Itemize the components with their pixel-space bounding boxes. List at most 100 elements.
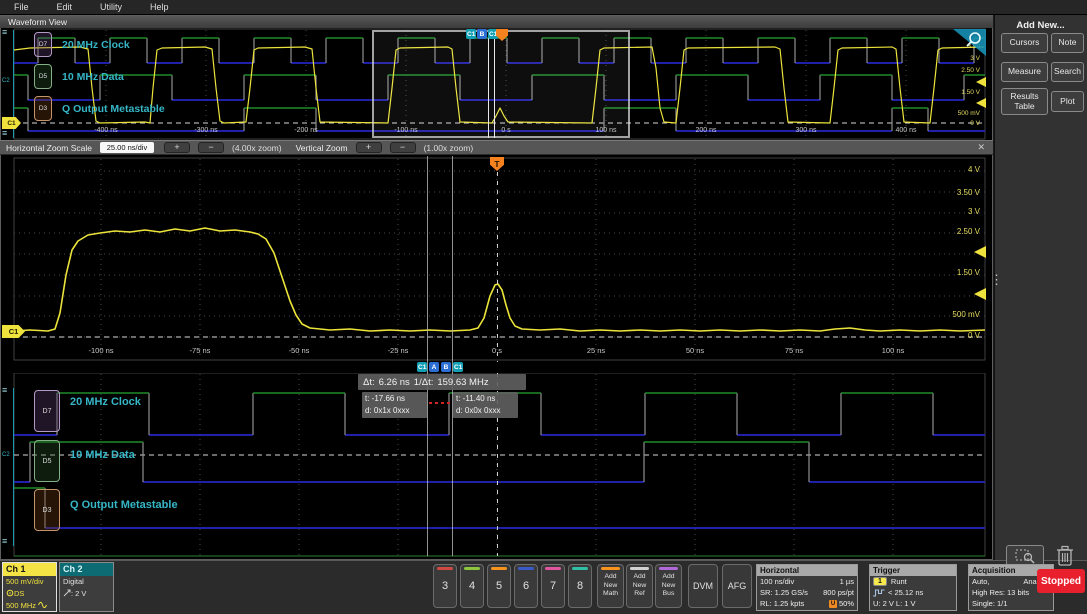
ch1-coupling: DS: [6, 588, 56, 600]
menu-file[interactable]: File: [14, 2, 29, 12]
main-volt-label: 1.50 V: [956, 268, 980, 277]
close-icon[interactable]: ✕: [977, 142, 985, 153]
trigger-level-arrow-icon[interactable]: [976, 98, 986, 108]
acquisition-highres: High Res: 13 bits: [972, 588, 1030, 597]
trash-icon[interactable]: [1056, 545, 1074, 567]
dvm-button[interactable]: DVM: [688, 564, 718, 608]
results-table-button[interactable]: Results Table: [1001, 88, 1048, 115]
channel-label-data: 10 MHz Data: [70, 449, 135, 461]
h-zoom-scale-value[interactable]: 25.00 ns/div: [99, 142, 154, 153]
h-zoom-minus-button[interactable]: −: [197, 142, 224, 153]
trigger-level-arrow-icon[interactable]: [976, 77, 986, 87]
menu-edit[interactable]: Edit: [57, 2, 73, 12]
overview-volt-label: 3 V: [970, 55, 980, 62]
horizontal-panel[interactable]: Horizontal 100 ns/div 1 µs SR: 1.25 GS/s 8…: [756, 564, 858, 611]
grip-icon[interactable]: ≡: [2, 28, 7, 37]
zoom-overview-icon[interactable]: [953, 29, 986, 56]
cursor-badge-b[interactable]: B: [477, 29, 487, 39]
dt-value: 6.26 ns: [378, 376, 410, 388]
cursor-b-line[interactable]: [452, 156, 453, 556]
ch2-header: Ch 2: [60, 563, 113, 576]
zoom-select-icon: [1015, 549, 1035, 564]
v-zoom-factor: (1.00x zoom): [423, 142, 474, 153]
d3-channel-badge[interactable]: D3: [34, 96, 52, 121]
horizontal-panel-title: Horizontal: [757, 565, 857, 576]
grip-icon[interactable]: ≡: [2, 129, 7, 138]
tekscope-app: File Edit Utility Help Waveform View ≡ ≡…: [0, 0, 1087, 614]
trigger-panel[interactable]: Trigger 1 Runt < 25.12 ns U: 2 V L: 1 V: [869, 564, 957, 611]
search-button[interactable]: Search: [1051, 62, 1084, 82]
bus-color-stripe: [659, 567, 678, 570]
d5-channel-badge[interactable]: D5: [34, 64, 52, 89]
channel-label-clock: 20 MHz Clock: [70, 396, 141, 408]
ref-color-stripe: [630, 567, 649, 570]
measure-button[interactable]: Measure: [1001, 62, 1048, 82]
h-zoom-scale-label: Horizontal Zoom Scale: [6, 142, 92, 153]
cursor-a-line[interactable]: [427, 156, 428, 556]
ch8-button[interactable]: 8: [568, 564, 592, 608]
probe-icon: [6, 589, 14, 597]
main-volt-label: 3.50 V: [956, 188, 980, 197]
acquisition-single: Single: 1/1: [972, 599, 1008, 608]
main-volt-label: 500 mV: [952, 310, 980, 319]
d5-channel-badge[interactable]: D5: [34, 440, 60, 482]
cursor-badge-a[interactable]: A: [429, 362, 439, 372]
grip-icon[interactable]: ≡: [2, 537, 7, 546]
ch7-button[interactable]: 7: [541, 564, 565, 608]
v-zoom-minus-button[interactable]: −: [389, 142, 416, 153]
horizontal-scale: 100 ns/div: [760, 577, 795, 586]
note-button[interactable]: Note: [1051, 33, 1084, 53]
run-stop-button[interactable]: Stopped: [1037, 569, 1085, 593]
h-zoom-plus-button[interactable]: +: [163, 142, 190, 153]
ch7-color-stripe: [545, 567, 561, 570]
math-color-stripe: [601, 567, 620, 570]
d3-channel-badge[interactable]: D3: [34, 489, 60, 531]
bandwidth-icon: [38, 601, 48, 609]
ch2-badge[interactable]: Ch 2 Digital : 2 V: [59, 562, 114, 612]
cursor-badge-c1[interactable]: C1: [417, 362, 428, 372]
panel-drag-handle-icon[interactable]: ⋮: [990, 272, 1003, 288]
ch5-color-stripe: [491, 567, 507, 570]
cursor-badge-c1[interactable]: C1: [466, 29, 477, 39]
ch5-button[interactable]: 5: [487, 564, 511, 608]
overview-volt-label: 2.50 V: [961, 67, 980, 74]
afg-button[interactable]: AFG: [722, 564, 752, 608]
trigger-qualifier: < 25.12 ns: [888, 588, 924, 597]
main-volt-label: 3 V: [967, 207, 980, 216]
overview-zoom-box[interactable]: [372, 30, 630, 138]
add-new-math-button[interactable]: Add New Math: [597, 564, 624, 608]
v-zoom-plus-button[interactable]: +: [355, 142, 382, 153]
grip-icon[interactable]: ≡: [2, 386, 7, 395]
ch1-badge[interactable]: Ch 1 500 mV/div DS 500 MHz: [2, 562, 57, 612]
runt-icon: [873, 589, 885, 597]
trigger-levels: U: 2 V L: 1 V: [873, 599, 916, 608]
cursor-b-line-overview[interactable]: [494, 30, 495, 138]
add-new-ref-button[interactable]: Add New Ref: [626, 564, 653, 608]
acquisition-mode: Auto,: [972, 577, 990, 586]
menu-help[interactable]: Help: [150, 2, 169, 12]
menu-utility[interactable]: Utility: [100, 2, 122, 12]
cursor-a-line-overview[interactable]: [488, 30, 489, 138]
d7-channel-badge[interactable]: D7: [34, 32, 52, 57]
ch1-bandwidth: 500 MHz: [6, 600, 56, 612]
d7-channel-badge[interactable]: D7: [34, 390, 60, 432]
threshold-icon: [63, 589, 71, 597]
cursor-badge-c1[interactable]: C1: [453, 362, 464, 372]
ch3-color-stripe: [437, 567, 453, 570]
trigger-level-arrow-icon[interactable]: [974, 288, 986, 300]
ch6-button[interactable]: 6: [514, 564, 538, 608]
ch3-button[interactable]: 3: [433, 564, 457, 608]
trigger-level-arrow-icon[interactable]: [974, 246, 986, 258]
horizontal-window: 1 µs: [839, 577, 854, 586]
cursors-button[interactable]: Cursors: [1001, 33, 1048, 53]
cursor-b-time: t: -11.40 ns: [456, 394, 496, 403]
main-volt-label: 0 V: [967, 331, 980, 340]
dt-label: Δt:: [363, 376, 375, 388]
add-new-bus-button[interactable]: Add New Bus: [655, 564, 682, 608]
ch4-button[interactable]: 4: [460, 564, 484, 608]
main-volt-label: 2.50 V: [956, 227, 980, 236]
overview-volt-label: 0 V: [970, 120, 980, 127]
plot-button[interactable]: Plot: [1051, 91, 1084, 112]
cursor-badge-b[interactable]: B: [441, 362, 451, 372]
trigger-position-line[interactable]: [497, 172, 498, 362]
